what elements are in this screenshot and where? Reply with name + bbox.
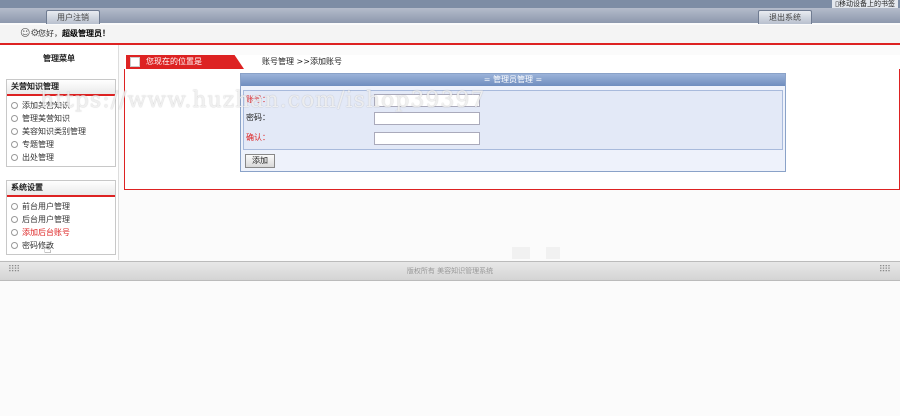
form-footer: 添加 [243,153,781,169]
sidebar-item-label: 添加后台账号 [22,228,70,237]
sidebar-item-front-users[interactable]: 前台用户管理 [11,200,115,213]
sidebar: 管理菜单 关营知识管理 添加美营知识 管理美营知识 美容知识类别管理 专题管理 … [0,45,119,260]
sidebar-item-label: 美容知识类别管理 [22,127,86,136]
top-header-bar: ▯移动设备上的书签 [0,0,900,8]
greeting-prefix: 您好， [38,29,62,38]
greeting-user: 超级管理员！ [62,29,110,38]
bullet-icon [11,141,18,148]
exit-system-tab[interactable]: 退出系统 [758,10,812,24]
sidebar-item-manage-knowledge[interactable]: 管理美营知识 [11,112,115,125]
bullet-icon [11,115,18,122]
sidebar-item-password[interactable]: 密码修改 [11,239,115,252]
watermark: https://www.huzhan.com/ishop39397 [40,88,486,113]
add-button[interactable]: 添加 [245,154,275,168]
header-tab-row: 用户注销 退出系统 [0,8,900,24]
logout-tab[interactable]: 用户注销 [46,10,100,24]
ghost-block [512,247,530,259]
copyright-text: 版权所有 美容知识管理系统 [406,267,494,275]
sidebar-item-label: 出处管理 [22,153,54,162]
confirm-row: 确认： [244,131,782,145]
greeting-text: 您好，超级管理员！ [38,25,110,43]
panel-system-settings: 系统设置 前台用户管理 后台用户管理 添加后台账号 密码修改 [6,180,116,255]
sidebar-item-label: 前台用户管理 [22,202,70,211]
sidebar-item-source-manage[interactable]: 出处管理 [11,151,115,164]
sidebar-item-category-manage[interactable]: 美容知识类别管理 [11,125,115,138]
bullet-icon [11,229,18,236]
breadcrumb: 账号管理 >>添加账号 [262,57,342,66]
user-icon: ☺⚙ [20,28,40,39]
grip-icon: ⠿⠿ [878,265,891,275]
sidebar-item-topic-manage[interactable]: 专题管理 [11,138,115,151]
bullet-icon [11,203,18,210]
bullet-icon [11,102,18,109]
panel-heading[interactable]: 系统设置 [7,181,115,197]
form-heading: = 管理员管理 = [241,74,785,86]
bullet-icon [11,242,18,249]
sidebar-title: 管理菜单 [43,54,75,63]
bullet-icon [11,154,18,161]
password-row: 密码： [244,111,782,125]
confirm-label: 确认： [246,133,270,142]
password-input[interactable] [374,112,480,125]
location-label: 您现在的位置是 [146,57,202,66]
page-footer: ⠿⠿ 版权所有 美容知识管理系统 ⠿⠿ [0,261,900,281]
hand-cursor-icon: ☝ [44,242,52,256]
location-icon [130,57,140,67]
sidebar-item-label: 管理美营知识 [22,114,70,123]
bullet-icon [11,128,18,135]
location-tab: 您现在的位置是 [126,55,244,69]
ghost-block [546,247,560,259]
confirm-input[interactable] [374,132,480,145]
bullet-icon [11,216,18,223]
mobile-bookmarks-link[interactable]: ▯移动设备上的书签 [832,0,898,8]
password-label: 密码： [246,113,270,122]
sidebar-item-label: 专题管理 [22,140,54,149]
sidebar-item-back-users[interactable]: 后台用户管理 [11,213,115,226]
sidebar-item-label: 后台用户管理 [22,215,70,224]
greeting-bar: ☺⚙ 您好，超级管理员！ [0,25,900,44]
sidebar-item-add-admin[interactable]: 添加后台账号 [11,226,115,239]
header-divider [0,43,900,45]
